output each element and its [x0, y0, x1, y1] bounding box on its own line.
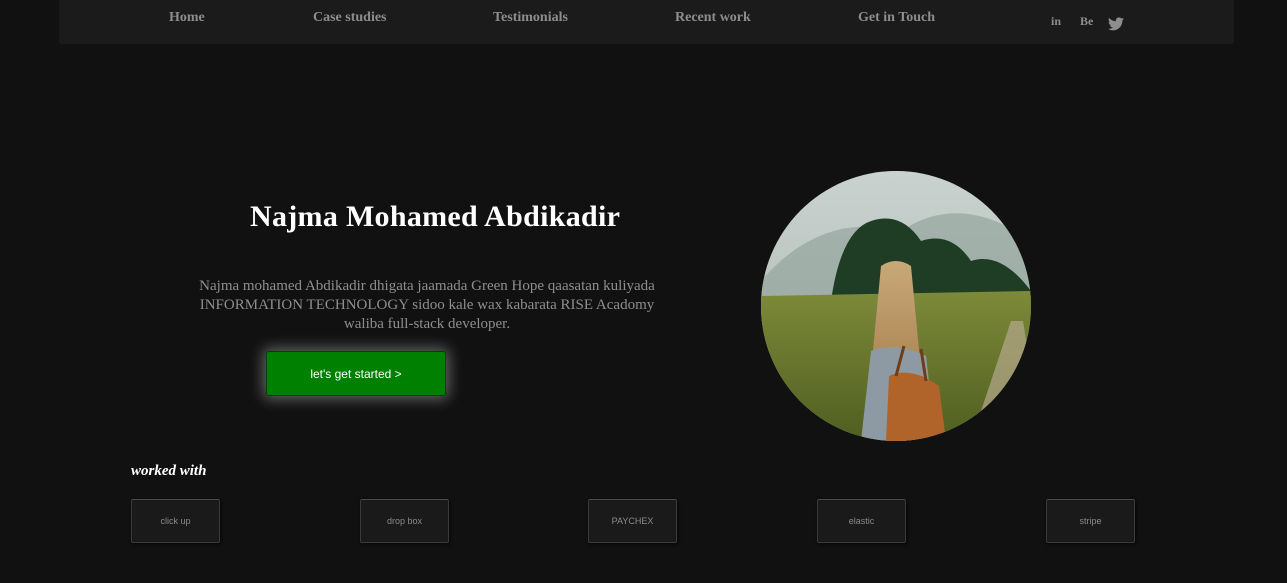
worked-with-label: worked with: [131, 463, 207, 479]
nav-case-studies-link[interactable]: Case studies: [313, 10, 387, 26]
linkedin-link[interactable]: in: [1051, 14, 1061, 29]
hero-description: Najma mohamed Abdikadir dhigata jaamada …: [199, 278, 655, 332]
behance-link[interactable]: Be: [1080, 14, 1093, 29]
profile-photo: [761, 171, 1031, 441]
nav-recent-work-link[interactable]: Recent work: [675, 10, 751, 26]
brand-card-stripe[interactable]: stripe: [1046, 499, 1135, 543]
get-started-button[interactable]: let's get started >: [266, 351, 446, 396]
nav-home-link[interactable]: Home: [169, 10, 205, 26]
brand-card-elastic[interactable]: elastic: [817, 499, 906, 543]
top-navbar: Home Case studies Testimonials Recent wo…: [59, 0, 1234, 44]
hero-title: Najma Mohamed Abdikadir: [250, 200, 621, 233]
brand-card-paychex[interactable]: PAYCHEX: [588, 499, 677, 543]
nav-get-in-touch-link[interactable]: Get in Touch: [858, 10, 935, 26]
brand-card-drop-box[interactable]: drop box: [360, 499, 449, 543]
nav-testimonials-link[interactable]: Testimonials: [493, 10, 568, 26]
twitter-icon[interactable]: [1108, 17, 1124, 31]
brand-card-click-up[interactable]: click up: [131, 499, 220, 543]
